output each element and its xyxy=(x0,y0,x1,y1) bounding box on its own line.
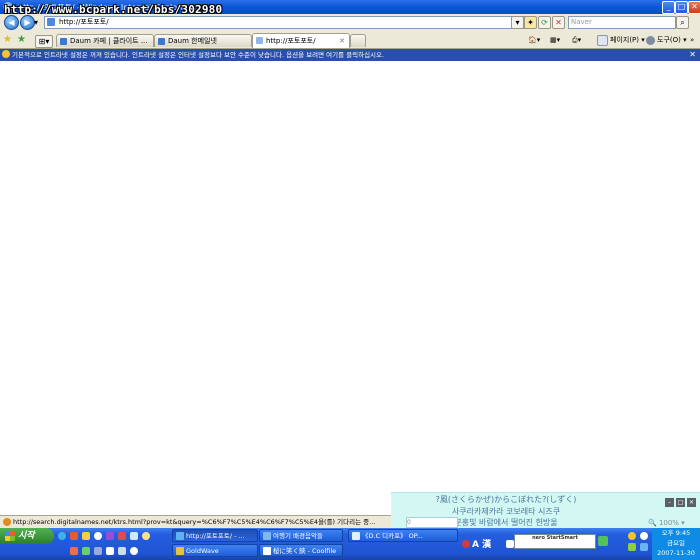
nero-toolbar[interactable]: nero StartSmart xyxy=(514,534,596,549)
clock[interactable]: 오후 9:45 금요일 2007-11-30 xyxy=(652,528,700,560)
lyrics-line-1: ?風(さくらかぜ)からこぼれた?(しずく) xyxy=(435,495,577,504)
clock-day: 금요일 xyxy=(667,539,685,547)
status-text: http://search.digitalnames.net/ktrs.html… xyxy=(13,518,376,526)
quicklaunch-app-icon[interactable] xyxy=(94,547,102,555)
ie-icon xyxy=(176,532,184,540)
quick-tabs-icon[interactable]: ⊞▾ xyxy=(35,35,53,48)
page-icon xyxy=(597,34,608,46)
toolbar-overflow-icon[interactable]: » xyxy=(690,34,694,46)
address-toolbar: ◀ ▶ ▾ http://포토포토/ ▾ ✦ ⟳ ✕ Naver ⌕ xyxy=(0,14,700,32)
quicklaunch-app-icon[interactable] xyxy=(70,532,78,540)
information-bar[interactable]: 기본적으로 인트라넷 설정은 꺼져 있습니다. 인트라넷 설정은 인터넷 설정보… xyxy=(0,49,700,61)
page-icon xyxy=(47,18,55,26)
taskbar-button-coolfile[interactable]: 桜に笑く鋏 - Coolfile xyxy=(259,544,343,557)
home-icon[interactable]: 🏠▾ xyxy=(528,34,540,46)
tab-label: Daum 한메일넷 xyxy=(168,37,217,45)
refresh-icon[interactable]: ⟳ xyxy=(538,16,551,29)
quicklaunch-app-icon[interactable] xyxy=(94,532,102,540)
tray-icon[interactable] xyxy=(628,532,636,540)
loading-icon xyxy=(3,518,11,526)
quicklaunch-app-icon[interactable] xyxy=(106,547,114,555)
window-icon xyxy=(263,532,271,540)
taskbar-button-music[interactable]: 여행기 배경음악들 xyxy=(259,529,343,542)
quicklaunch-app-icon[interactable] xyxy=(82,532,90,540)
quicklaunch-app-icon[interactable] xyxy=(118,532,126,540)
status-bar: http://search.digitalnames.net/ktrs.html… xyxy=(0,515,392,528)
tray-icon[interactable] xyxy=(640,543,648,551)
taskbar-button-goldwave[interactable]: GoldWave xyxy=(172,544,258,557)
tab-current[interactable]: http://포토포토/ ✕ xyxy=(252,33,350,48)
tab-favicon xyxy=(256,37,263,44)
close-button[interactable]: ✕ xyxy=(688,1,700,14)
tab-daum-cafe[interactable]: Daum 카페 | 클라이트 ... xyxy=(56,34,154,47)
widget-input[interactable]: 0 xyxy=(406,517,458,528)
quicklaunch-app-icon[interactable] xyxy=(118,547,126,555)
window-icon xyxy=(352,532,360,540)
information-bar-text: 기본적으로 인트라넷 설정은 꺼져 있습니다. 인트라넷 설정은 인터넷 설정보… xyxy=(12,51,385,59)
info-icon xyxy=(2,50,10,58)
minimize-button[interactable]: _ xyxy=(662,1,675,14)
tray-icon[interactable] xyxy=(462,540,470,548)
page-content[interactable] xyxy=(0,62,700,514)
favorites-star-icon[interactable]: ★ xyxy=(3,34,12,45)
print-icon[interactable]: ⎙▾ xyxy=(572,34,581,46)
maximize-button[interactable]: □ xyxy=(675,1,688,14)
windows-flag-icon xyxy=(5,531,15,541)
quicklaunch-ie-icon[interactable] xyxy=(58,532,66,540)
quicklaunch-app-icon[interactable] xyxy=(106,532,114,540)
gear-icon xyxy=(646,35,655,45)
start-button[interactable]: 시작 xyxy=(0,528,54,544)
feeds-icon[interactable]: ▦▾ xyxy=(550,34,560,46)
tab-label: Daum 카페 | 클라이트 ... xyxy=(70,37,148,45)
new-tab-button[interactable] xyxy=(350,34,366,47)
back-button[interactable]: ◀ xyxy=(4,15,19,30)
page-menu[interactable]: 페이지(P) ▾ xyxy=(597,34,645,46)
compatibility-icon[interactable]: ✦ xyxy=(524,16,537,29)
address-dropdown-icon[interactable]: ▾ xyxy=(511,16,524,29)
widget-restore-icon[interactable]: □ xyxy=(676,498,685,507)
taskbar-button-ie[interactable]: http://포토포토/ - ... xyxy=(172,529,258,542)
tray-icon[interactable] xyxy=(598,536,608,546)
lyrics-widget: ?風(さくらかぜ)からこぼれた?(しずく) 사쿠라카제카라 코보레타 시즈쿠 분… xyxy=(391,492,700,529)
tab-daum-hanmail[interactable]: Daum 한메일넷 xyxy=(154,34,252,47)
quicklaunch-app-icon[interactable] xyxy=(130,532,138,540)
tray-icon[interactable] xyxy=(628,543,636,551)
widget-close-icon[interactable]: ✕ xyxy=(687,498,696,507)
stop-icon[interactable]: ✕ xyxy=(552,16,565,29)
zoom-level[interactable]: 🔍 100% ▾ xyxy=(648,519,685,527)
address-input[interactable]: http://포토포토/ xyxy=(44,16,530,29)
tab-favicon xyxy=(158,38,165,45)
clock-time: 오후 9:45 xyxy=(661,529,691,537)
tab-favicon xyxy=(60,38,67,45)
start-label: 시작 xyxy=(18,531,35,541)
clock-date: 2007-11-30 xyxy=(657,549,695,557)
history-dropdown-icon[interactable]: ▾ xyxy=(32,17,40,27)
goldwave-icon xyxy=(176,547,184,555)
taskbar: 시작 http://포토포토/ - ... 여행기 배경음악들 《D.C 디카포… xyxy=(0,528,700,560)
quicklaunch-app-icon[interactable] xyxy=(130,547,138,555)
widget-minimize-icon[interactable]: – xyxy=(665,498,674,507)
add-favorites-icon[interactable]: ★ xyxy=(17,34,26,45)
quicklaunch-app-icon[interactable] xyxy=(70,547,78,555)
tab-toolbar: ★ ★ ⊞▾ Daum 카페 | 클라이트 ... Daum 한메일넷 http… xyxy=(0,31,700,49)
ime-mode-indicator[interactable]: A 漢 xyxy=(472,537,491,550)
quicklaunch-app-icon[interactable] xyxy=(142,532,150,540)
tools-menu[interactable]: 도구(O) ▾ xyxy=(646,34,687,46)
tab-label: http://포토포토/ xyxy=(266,37,316,45)
tray-icon[interactable] xyxy=(506,540,514,548)
coolfile-icon xyxy=(263,547,271,555)
search-input[interactable]: Naver xyxy=(568,16,676,29)
tab-close-icon[interactable]: ✕ xyxy=(339,34,345,48)
lyrics-line-2: 사쿠라카제카라 코보레타 시즈쿠 xyxy=(451,507,561,516)
search-icon[interactable]: ⌕ xyxy=(676,16,689,29)
quicklaunch-app-icon[interactable] xyxy=(82,547,90,555)
tray-icon[interactable] xyxy=(640,532,648,540)
information-bar-close-icon[interactable]: ✕ xyxy=(689,49,696,61)
taskbar-button-dc[interactable]: 《D.C 디카포》 OP... xyxy=(348,529,458,542)
